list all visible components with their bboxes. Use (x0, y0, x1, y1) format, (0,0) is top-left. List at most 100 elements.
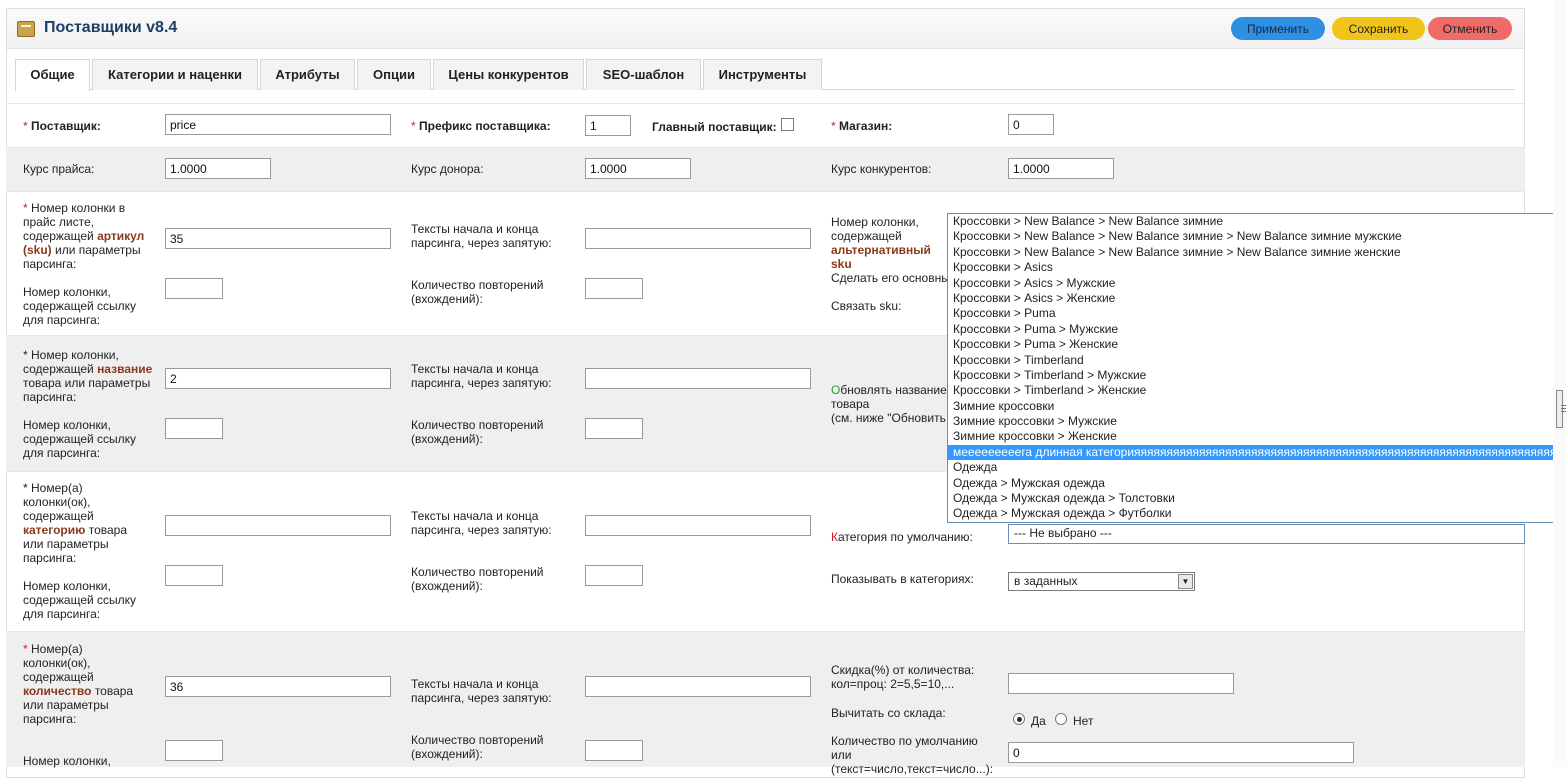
sku-column-input[interactable] (165, 228, 391, 249)
category-texts-input[interactable] (585, 515, 811, 536)
sku-repeat-label: Количество повторений (вхождений): (411, 278, 544, 306)
sku-texts-label: Тексты начала и конца парсинга, через за… (411, 222, 552, 250)
subtract-stock-label: Вычитать со склада: (831, 706, 946, 720)
category-link-column-input[interactable] (165, 565, 223, 586)
prefix-label: * Префикс поставщика: (411, 119, 551, 133)
quantity-link-column-input[interactable] (165, 740, 223, 761)
sku-link-column-label: Номер колонки, содержащей ссылку для пар… (23, 285, 137, 327)
discount-label: Скидка(%) от количества: кол=проц: 2=5,5… (831, 663, 975, 691)
update-name-label: Обновлять название товара (см. ниже "Обнов… (831, 383, 947, 425)
name-texts-input[interactable] (585, 368, 811, 389)
tab-tools[interactable]: Инструменты (703, 59, 822, 90)
default-category-select[interactable]: --- Не выбрано --- (1008, 524, 1525, 544)
dropdown-option[interactable]: Зимние кроссовки (948, 399, 1566, 414)
show-in-categories-select[interactable]: в заданных ▼ (1008, 572, 1195, 591)
dropdown-option[interactable]: Зимние кроссовки > Женские (948, 429, 1566, 444)
name-repeat-label: Количество повторений (вхождений): (411, 418, 544, 446)
subtract-no-radio[interactable] (1055, 713, 1067, 725)
name-link-column-input[interactable] (165, 418, 223, 439)
alt-sku-label: Номер колонки, содержащей альтернативный… (831, 215, 931, 271)
category-dropdown-list[interactable]: Кроссовки > New Balance > New Balance зи… (947, 213, 1567, 523)
sku-repeat-input[interactable] (585, 278, 643, 299)
show-in-categories-label: Показывать в категориях: (831, 572, 974, 586)
dropdown-option[interactable]: Кроссовки > Timberland > Женские (948, 383, 1566, 398)
link-sku-label: Связать sku: (831, 299, 902, 313)
donor-rate-input[interactable] (585, 158, 691, 179)
save-button[interactable]: Сохранить (1332, 17, 1425, 40)
quantity-link-column-label: Номер колонки, (23, 754, 111, 768)
main-supplier-checkbox[interactable] (781, 118, 794, 131)
dropdown-option[interactable]: Кроссовки > Puma (948, 306, 1566, 321)
dropdown-option[interactable]: Кроссовки > New Balance > New Balance зи… (948, 214, 1566, 229)
panel-header: Поставщики v8.4 Применить Сохранить Отме… (7, 9, 1524, 49)
dropdown-option[interactable]: Кроссовки > Asics (948, 260, 1566, 275)
subtract-yes-label: Да (1031, 714, 1046, 728)
tab-general[interactable]: Общие (15, 59, 90, 91)
dropdown-option[interactable]: Кроссовки > Timberland (948, 353, 1566, 368)
tab-seo-template[interactable]: SEO-шаблон (586, 59, 701, 90)
dropdown-option[interactable]: Кроссовки > Asics > Мужские (948, 276, 1566, 291)
dropdown-option[interactable]: Кроссовки > New Balance > New Balance зи… (948, 245, 1566, 260)
supplier-label: * Поставщик: (23, 119, 101, 133)
dropdown-option[interactable]: Одежда > Мужская одежда (948, 476, 1566, 491)
prefix-input[interactable] (585, 115, 631, 136)
default-quantity-input[interactable] (1008, 742, 1354, 763)
dropdown-options: Кроссовки > New Balance > New Balance зи… (948, 214, 1566, 522)
category-column-label: * Номер(а) колонки(ок), содержащей катег… (23, 481, 127, 565)
quantity-column-label: * Номер(а) колонки(ок), содержащей колич… (23, 642, 134, 726)
dropdown-option[interactable]: Одежда (948, 460, 1566, 475)
category-repeat-label: Количество повторений (вхождений): (411, 565, 544, 593)
store-label: * Магазин: (831, 119, 893, 133)
discount-input[interactable] (1008, 673, 1234, 694)
tab-categories-markups[interactable]: Категории и наценки (92, 59, 258, 90)
page-scroll-thumb[interactable] (1556, 390, 1566, 428)
quantity-repeat-label: Количество повторений (вхождений): (411, 733, 544, 761)
name-repeat-input[interactable] (585, 418, 643, 439)
dropdown-option[interactable]: Одежда > Мужская одежда > Толстовки (948, 491, 1566, 506)
quantity-texts-label: Тексты начала и конца парсинга, через за… (411, 677, 552, 705)
supplier-input[interactable] (165, 114, 391, 135)
name-link-column-label: Номер колонки, содержащей ссылку для пар… (23, 418, 137, 460)
page-scrollbar[interactable] (1553, 0, 1567, 767)
tab-attributes[interactable]: Атрибуты (260, 59, 355, 90)
chevron-down-icon[interactable]: ▼ (1178, 574, 1193, 589)
competitor-rate-input[interactable] (1008, 158, 1114, 179)
quantity-column-input[interactable] (165, 676, 391, 697)
competitor-rate-label: Курс конкурентов: (831, 162, 932, 176)
package-icon (17, 21, 35, 37)
price-rate-input[interactable] (165, 158, 271, 179)
dropdown-option[interactable]: Кроссовки > Timberland > Мужские (948, 368, 1566, 383)
category-texts-label: Тексты начала и конца парсинга, через за… (411, 509, 552, 537)
sku-column-label: * Номер колонки в прайс листе, содержаще… (23, 201, 145, 271)
donor-rate-label: Курс донора: (411, 162, 484, 176)
category-link-column-label: Номер колонки, содержащей ссылку для пар… (23, 579, 137, 621)
sku-link-column-input[interactable] (165, 278, 223, 299)
dropdown-option[interactable]: Кроссовки > Asics > Женские (948, 291, 1566, 306)
dropdown-option[interactable]: Кроссовки > New Balance > New Balance зи… (948, 229, 1566, 244)
quantity-repeat-input[interactable] (585, 740, 643, 761)
cancel-button[interactable]: Отменить (1428, 17, 1512, 40)
page-title: Поставщики v8.4 (44, 19, 178, 36)
main-supplier-label: Главный поставщик: (652, 120, 777, 134)
make-main-label: Сделать его основны (831, 271, 950, 285)
price-rate-label: Курс прайса: (23, 162, 95, 176)
subtract-yes-radio[interactable] (1013, 713, 1025, 725)
default-quantity-label: Количество по умолчанию или (текст=число,… (831, 734, 994, 776)
name-column-input[interactable] (165, 368, 391, 389)
dropdown-option[interactable]: Зимние кроссовки > Мужские (948, 414, 1566, 429)
category-column-input[interactable] (165, 515, 391, 536)
store-input[interactable] (1008, 114, 1054, 135)
quantity-texts-input[interactable] (585, 676, 811, 697)
category-repeat-input[interactable] (585, 565, 643, 586)
dropdown-option[interactable]: Одежда > Мужская одежда > Футболки (948, 506, 1566, 521)
tab-options[interactable]: Опции (357, 59, 431, 90)
dropdown-option[interactable]: мееееееееега длинная категорияяяяяяяяяяя… (948, 444, 1566, 461)
dropdown-option[interactable]: Кроссовки > Puma > Мужские (948, 322, 1566, 337)
tab-competitor-prices[interactable]: Цены конкурентов (433, 59, 584, 90)
default-category-label: Категория по умолчанию: (831, 530, 973, 544)
name-texts-label: Тексты начала и конца парсинга, через за… (411, 362, 552, 390)
apply-button[interactable]: Применить (1231, 17, 1325, 40)
dropdown-option[interactable]: Кроссовки > Puma > Женские (948, 337, 1566, 352)
name-column-label: * Номер колонки, содержащей название тов… (23, 348, 153, 404)
sku-texts-input[interactable] (585, 228, 811, 249)
